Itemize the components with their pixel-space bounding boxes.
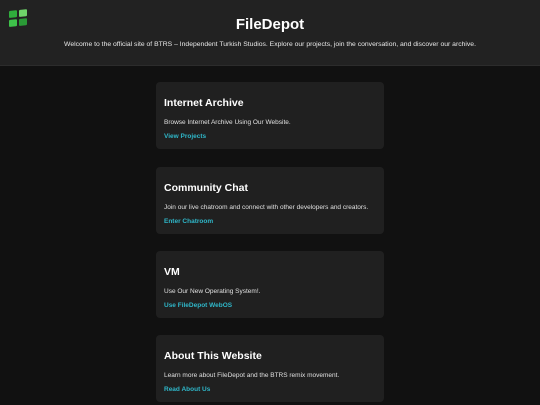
card-description: Use Our New Operating System!. (164, 288, 261, 295)
card-description: Join our live chatroom and connect with … (164, 204, 369, 211)
card-title: About This Website (164, 350, 262, 362)
card-about-website: About This Website Learn more about File… (156, 335, 384, 402)
site-title: FileDepot (235, 16, 305, 33)
card-description: Learn more about FileDepot and the BTRS … (164, 372, 340, 379)
card-title: VM (164, 266, 180, 278)
site-tagline: Welcome to the official site of BTRS – I… (64, 41, 476, 48)
card-description: Browse Internet Archive Using Our Websit… (164, 119, 291, 126)
site-header: FileDepot Welcome to the official site o… (0, 0, 540, 66)
view-projects-link[interactable]: View Projects (164, 133, 206, 140)
read-about-us-link[interactable]: Read About Us (164, 386, 210, 393)
card-title: Community Chat (164, 182, 248, 194)
card-vm: VM Use Our New Operating System!. Use Fi… (156, 251, 384, 318)
card-internet-archive: Internet Archive Browse Internet Archive… (156, 82, 384, 149)
card-community-chat: Community Chat Join our live chatroom an… (156, 167, 384, 234)
enter-chatroom-link[interactable]: Enter Chatroom (164, 218, 213, 225)
card-title: Internet Archive (164, 97, 244, 109)
use-webos-link[interactable]: Use FileDepot WebOS (164, 302, 232, 309)
